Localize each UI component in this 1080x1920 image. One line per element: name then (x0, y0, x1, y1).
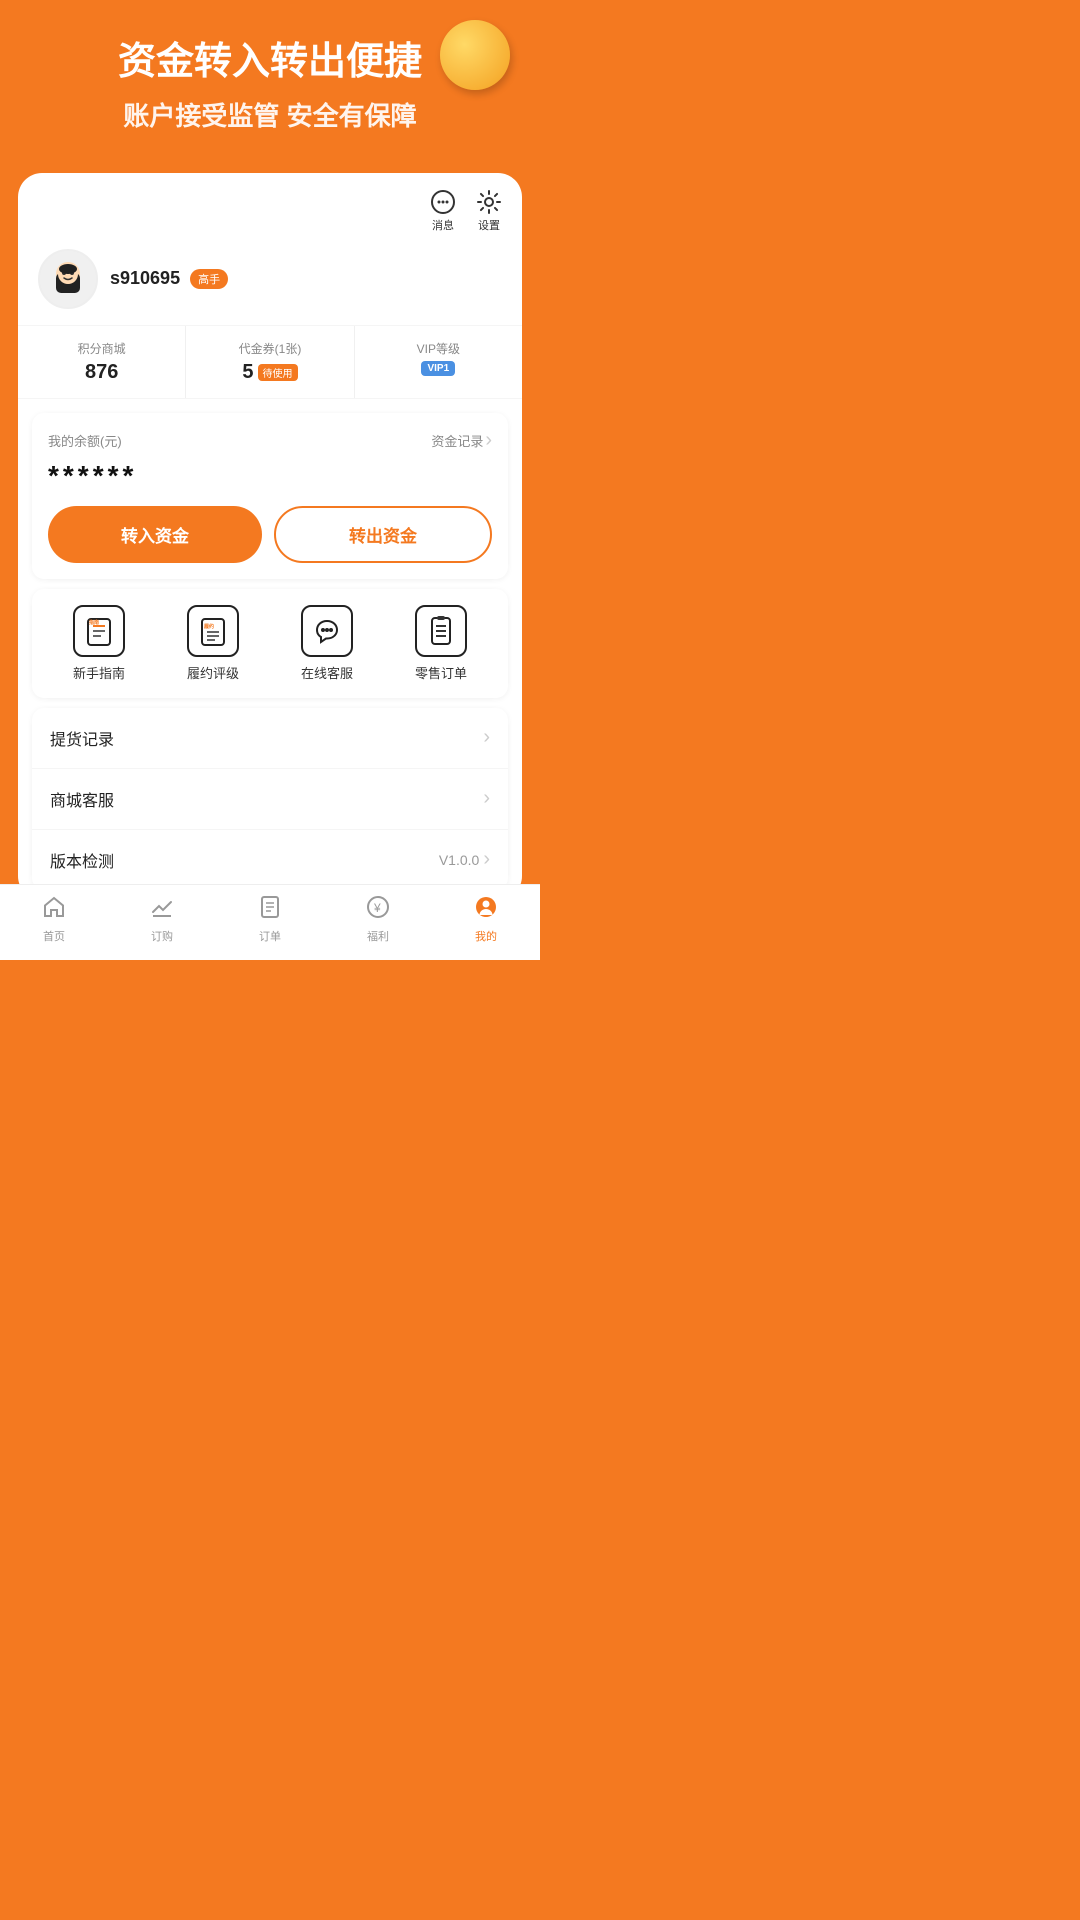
message-label: 消息 (432, 217, 454, 233)
action-retail-label: 零售订单 (415, 663, 467, 682)
balance-header: 我的余额(元) 资金记录 (48, 429, 492, 452)
action-service[interactable]: 在线客服 (301, 605, 353, 682)
quick-actions: 指南 新手指南 履约 (32, 589, 508, 698)
menu-pickup-label: 提货记录 (50, 726, 114, 750)
nav-orders-label: 订单 (259, 928, 281, 944)
menu-pickup-right (483, 726, 490, 749)
user-row: s910695 高手 (18, 241, 522, 325)
action-guide-label: 新手指南 (73, 663, 125, 682)
settings-label: 设置 (478, 217, 500, 233)
balance-label: 我的余额(元) (48, 431, 122, 450)
nav-mine[interactable]: 我的 (432, 895, 540, 944)
bottom-nav: 首页 订购 订单 (0, 884, 540, 960)
card-top-icons: 消息 设置 (18, 173, 522, 241)
menu-version-label: 版本检测 (50, 848, 114, 872)
header-section: 资金转入转出便捷 账户接受监管 安全有保障 (0, 0, 540, 173)
action-rating[interactable]: 履约 履约评级 (187, 605, 239, 682)
menu-item-pickup[interactable]: 提货记录 (32, 708, 508, 769)
svg-text:指南: 指南 (89, 619, 99, 626)
user-info: s910695 高手 (110, 268, 228, 289)
gear-icon (476, 189, 502, 215)
voucher-stat[interactable]: 代金券(1张) 5 待使用 (186, 326, 354, 398)
nav-welfare-label: 福利 (367, 928, 389, 944)
balance-chevron (485, 429, 492, 452)
service-icon-box (301, 605, 353, 657)
action-service-label: 在线客服 (301, 663, 353, 682)
username: s910695 (110, 268, 180, 289)
voucher-value-row: 5 待使用 (242, 361, 297, 384)
balance-section: 我的余额(元) 资金记录 ****** 转入资金 转出资金 (32, 413, 508, 579)
nav-order-label: 订购 (151, 928, 173, 944)
balance-buttons: 转入资金 转出资金 (48, 506, 492, 563)
balance-amount: ****** (48, 460, 492, 492)
menu-item-mall-service[interactable]: 商城客服 (32, 769, 508, 830)
menu-item-version[interactable]: 版本检测 V1.0.0 (32, 830, 508, 890)
retail-icon (426, 616, 456, 646)
mall-service-chevron (483, 787, 490, 810)
nav-home[interactable]: 首页 (0, 895, 108, 944)
svg-text:履约: 履约 (204, 623, 214, 630)
avatar-image (43, 254, 93, 304)
orders-icon (258, 895, 282, 925)
message-icon (430, 189, 456, 215)
transfer-out-button[interactable]: 转出资金 (274, 506, 492, 563)
svg-text:¥: ¥ (373, 901, 381, 915)
nav-mine-label: 我的 (475, 928, 497, 944)
welfare-icon: ¥ (366, 895, 390, 925)
vip-badge: VIP1 (421, 361, 455, 376)
order-icon (150, 895, 174, 925)
points-label: 积分商城 (78, 340, 126, 357)
voucher-badge: 待使用 (258, 364, 298, 381)
menu-mall-service-right (483, 787, 490, 810)
transfer-in-button[interactable]: 转入资金 (48, 506, 262, 563)
guide-icon: 指南 (84, 616, 114, 646)
home-icon (42, 895, 66, 925)
nav-home-label: 首页 (43, 928, 65, 944)
version-number: V1.0.0 (439, 852, 479, 868)
stats-row: 积分商城 876 代金券(1张) 5 待使用 VIP等级 VIP1 (18, 325, 522, 399)
rating-icon-box: 履约 (187, 605, 239, 657)
nav-order[interactable]: 订购 (108, 895, 216, 944)
points-value: 876 (85, 361, 118, 384)
card-content: 我的余额(元) 资金记录 ****** 转入资金 转出资金 (18, 413, 522, 900)
guide-icon-box: 指南 (73, 605, 125, 657)
action-rating-label: 履约评级 (187, 663, 239, 682)
user-badge: 高手 (190, 269, 228, 289)
service-icon (312, 616, 342, 646)
version-chevron (483, 848, 490, 871)
menu-list: 提货记录 商城客服 版本检测 V1.0.0 (32, 708, 508, 890)
message-button[interactable]: 消息 (430, 189, 456, 233)
header-subtitle: 账户接受监管 安全有保障 (20, 96, 520, 133)
settings-button[interactable]: 设置 (476, 189, 502, 233)
header-title: 资金转入转出便捷 (20, 40, 520, 86)
points-stat[interactable]: 积分商城 876 (18, 326, 186, 398)
mine-icon (474, 895, 498, 925)
retail-icon-box (415, 605, 467, 657)
avatar (38, 249, 98, 309)
action-retail[interactable]: 零售订单 (415, 605, 467, 682)
nav-orders[interactable]: 订单 (216, 895, 324, 944)
vip-label: VIP等级 (417, 340, 460, 357)
action-guide[interactable]: 指南 新手指南 (73, 605, 125, 682)
nav-welfare[interactable]: ¥ 福利 (324, 895, 432, 944)
voucher-label: 代金券(1张) (239, 340, 302, 357)
pickup-chevron (483, 726, 490, 749)
menu-mall-service-label: 商城客服 (50, 787, 114, 811)
main-card: 消息 设置 (18, 173, 522, 900)
rating-icon: 履约 (198, 616, 228, 646)
vip-stat[interactable]: VIP等级 VIP1 (355, 326, 522, 398)
voucher-value: 5 (242, 361, 253, 384)
menu-version-right: V1.0.0 (439, 848, 490, 871)
balance-link[interactable]: 资金记录 (431, 429, 492, 452)
